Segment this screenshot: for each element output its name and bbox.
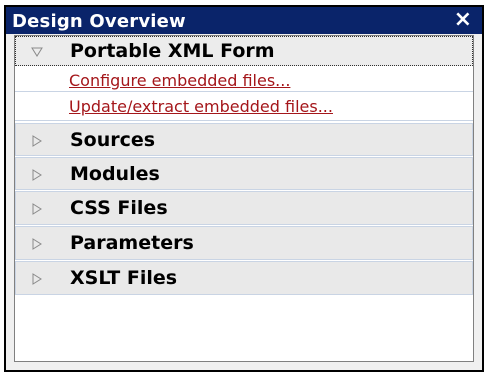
section-portable-xml-form[interactable]: Portable XML Form [15,36,473,66]
collapsed-triangle-icon [32,203,42,215]
window-title: Design Overview [12,11,186,32]
design-overview-window: Design Overview × Portable XML Form Conf… [4,5,484,372]
link-row-update: Update/extract embedded files... [15,92,473,121]
section-label: Parameters [70,232,194,254]
close-icon[interactable]: × [454,9,472,31]
collapsed-triangle-icon [32,238,42,250]
collapsed-triangle-icon [32,135,42,147]
expanded-triangle-icon [31,47,43,57]
section-label: Portable XML Form [70,40,275,62]
link-row-configure: Configure embedded files... [15,66,473,92]
section-parameters[interactable]: Parameters [15,226,473,260]
collapsed-triangle-icon [32,169,42,181]
section-label: Modules [70,163,160,185]
configure-embedded-files-link[interactable]: Configure embedded files... [69,71,290,90]
section-modules[interactable]: Modules [15,157,473,190]
overview-panel: Portable XML Form Configure embedded fil… [14,35,474,362]
section-label: Sources [70,129,156,151]
section-css-files[interactable]: CSS Files [15,191,473,225]
update-extract-embedded-files-link[interactable]: Update/extract embedded files... [69,97,333,116]
section-xslt-files[interactable]: XSLT Files [15,261,473,295]
collapsed-triangle-icon [32,273,42,285]
window-titlebar: Design Overview × [6,7,482,34]
section-label: XSLT Files [70,267,178,289]
section-sources[interactable]: Sources [15,123,473,156]
section-label: CSS Files [70,197,168,219]
